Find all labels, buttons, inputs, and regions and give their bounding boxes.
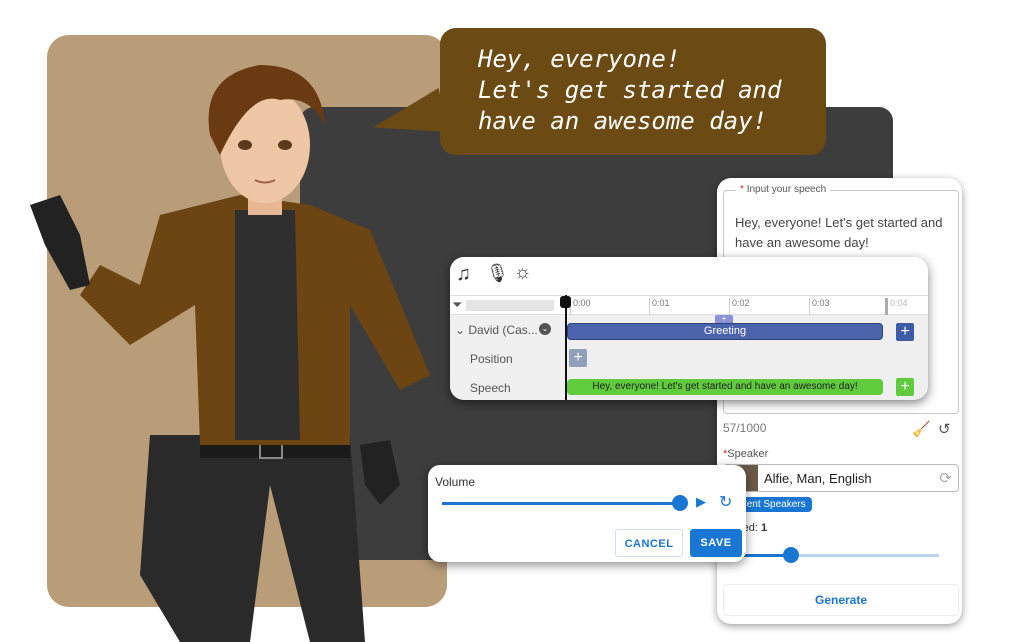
playhead[interactable]	[565, 295, 567, 400]
speed-slider[interactable]	[727, 547, 939, 563]
speed-slider-thumb[interactable]	[782, 547, 799, 563]
speech-generation-panel: * Input your speech Hey, everyone! Let's…	[717, 178, 962, 624]
clear-brush-icon[interactable]: 🧹	[912, 420, 931, 438]
tick-label: 0:03	[809, 298, 830, 315]
speaker-label: Speaker	[727, 448, 769, 460]
bubble-line: Hey, everyone!	[478, 45, 681, 73]
volume-slider[interactable]	[442, 495, 688, 511]
speaker-value: Alfie, Man, English	[764, 471, 872, 486]
row-label-position: Position	[470, 352, 513, 366]
playhead-handle[interactable]	[560, 296, 571, 308]
history-icon[interactable]: ↺	[938, 420, 951, 438]
speech-clip[interactable]: Hey, everyone! Let's get started and hav…	[567, 379, 883, 395]
filter-icon[interactable]: ⏷	[452, 297, 462, 313]
timeline-panel: ♫ 🎙 ☼ ⏷ 0:00 0:01 0:02 0:03 0:04 ⌄ David…	[450, 257, 928, 400]
track-name: David (Cas...	[468, 323, 538, 337]
add-position-button[interactable]: +	[569, 349, 587, 367]
reset-icon[interactable]: ↻	[719, 492, 732, 512]
bubble-line: Let's get started and	[478, 76, 782, 104]
tick-label: 0:01	[649, 298, 670, 315]
add-animation-button[interactable]: +	[896, 323, 914, 341]
greeting-clip[interactable]: Greeting	[567, 323, 883, 340]
volume-dialog: Volume ▶ ↻ CANCEL SAVE	[428, 465, 746, 562]
effects-sun-icon[interactable]: ☼	[514, 262, 531, 284]
char-count: 57/1000	[723, 421, 767, 435]
speed-value: 1	[760, 522, 768, 534]
tick-label: 0:00	[570, 298, 591, 315]
speech-input-value: Hey, everyone! Let's get started and hav…	[735, 215, 943, 250]
time-ruler[interactable]: ⏷ 0:00 0:01 0:02 0:03 0:04	[450, 295, 928, 315]
speech-bubble: Hey, everyone! Let's get started and hav…	[440, 28, 826, 155]
required-mark: *	[740, 184, 744, 195]
filter-input[interactable]	[466, 300, 554, 311]
add-speech-button[interactable]: +	[896, 378, 914, 396]
bubble-line: have an awesome day!	[478, 107, 767, 135]
microphone-icon[interactable]: 🎙	[486, 263, 509, 284]
generate-button[interactable]: Generate	[723, 584, 959, 616]
speaker-select[interactable]: Alfie, Man, English ⟳	[723, 464, 959, 492]
add-above-button[interactable]: +	[715, 315, 733, 323]
volume-label: Volume	[435, 475, 476, 489]
tick-label: 0:02	[729, 298, 750, 315]
row-label-speech: Speech	[470, 381, 511, 395]
volume-slider-thumb[interactable]	[672, 495, 688, 511]
speech-input-label: Input your speech	[746, 184, 827, 195]
track-header[interactable]: ⌄ David (Cas...	[455, 323, 538, 337]
cancel-button[interactable]: CANCEL	[615, 529, 683, 557]
track-options-icon[interactable]: ⌄	[539, 323, 551, 335]
avatar-character-illustration	[30, 65, 430, 642]
music-icon[interactable]: ♫	[456, 263, 471, 286]
tick-label: 0:04	[885, 298, 908, 315]
play-icon[interactable]: ▶	[696, 494, 706, 510]
save-button[interactable]: SAVE	[690, 529, 742, 557]
refresh-icon[interactable]: ⟳	[939, 469, 952, 487]
